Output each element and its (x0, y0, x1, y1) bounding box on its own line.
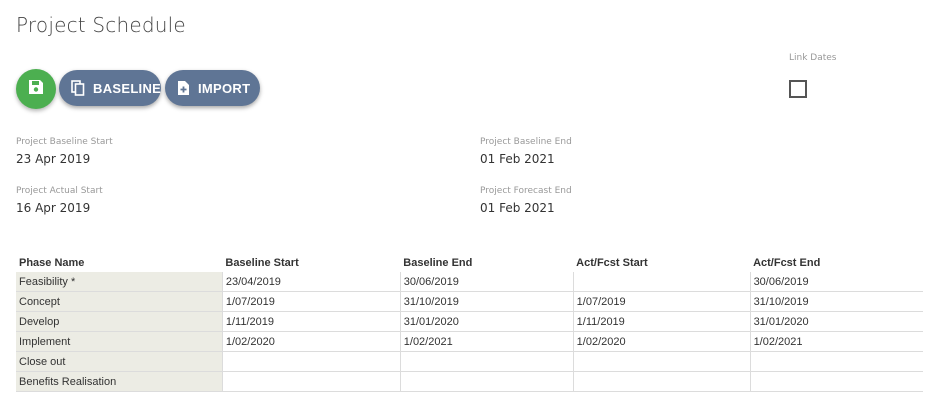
table-header-row: Phase Name Baseline Start Baseline End A… (16, 254, 923, 272)
header-phase-name: Phase Name (19, 257, 85, 269)
baseline-button[interactable]: BASELINE (59, 70, 161, 106)
act-fcst-end-cell[interactable] (750, 351, 923, 372)
header-baseline-start: Baseline Start (225, 257, 299, 269)
table-row: Feasibility * 23/04/2019 30/06/2019 30/0… (16, 272, 923, 292)
header-act-fcst-start: Act/Fcst Start (576, 257, 648, 269)
act-fcst-start-cell[interactable]: 1/07/2019 (573, 291, 751, 312)
forecast-end-label: Project Forecast End (480, 186, 572, 196)
baseline-end-cell[interactable] (400, 371, 574, 392)
link-dates-checkbox[interactable] (789, 80, 807, 98)
act-fcst-end-cell[interactable]: 1/02/2021 (750, 331, 923, 352)
actual-start-label: Project Actual Start (16, 186, 103, 196)
baseline-start-value: 23 Apr 2019 (16, 152, 91, 166)
table-row: Concept 1/07/2019 31/10/2019 1/07/2019 3… (16, 291, 923, 312)
table-row: Implement 1/02/2020 1/02/2021 1/02/2020 … (16, 331, 923, 352)
act-fcst-end-cell[interactable]: 31/10/2019 (750, 291, 923, 312)
act-fcst-start-cell[interactable] (573, 351, 751, 372)
baseline-end-cell[interactable] (400, 351, 574, 372)
baseline-end-cell[interactable]: 31/10/2019 (400, 291, 574, 312)
baseline-end-value: 01 Feb 2021 (480, 152, 555, 166)
table-row: Benefits Realisation (16, 371, 923, 392)
phase-name-cell: Feasibility * (16, 272, 223, 292)
save-icon (28, 79, 44, 99)
baseline-start-cell[interactable] (222, 351, 401, 372)
baseline-end-cell[interactable]: 31/01/2020 (400, 311, 574, 332)
act-fcst-end-cell[interactable] (750, 371, 923, 392)
page-title: Project Schedule (16, 13, 186, 37)
forecast-end-value: 01 Feb 2021 (480, 201, 555, 215)
baseline-start-label: Project Baseline Start (16, 137, 113, 147)
phase-name-cell: Concept (16, 291, 223, 312)
table-row: Close out (16, 351, 923, 372)
baseline-end-label: Project Baseline End (480, 137, 572, 147)
baseline-start-cell[interactable]: 1/07/2019 (222, 291, 401, 312)
baseline-start-cell[interactable] (222, 371, 401, 392)
import-label: IMPORT (198, 80, 251, 96)
act-fcst-start-cell[interactable] (573, 371, 751, 392)
file-plus-icon (177, 80, 190, 96)
actual-start-value: 16 Apr 2019 (16, 201, 91, 215)
header-act-fcst-end: Act/Fcst End (753, 257, 821, 269)
copy-icon (71, 80, 85, 96)
act-fcst-start-cell[interactable] (573, 272, 751, 292)
phase-name-cell: Develop (16, 311, 223, 332)
act-fcst-end-cell[interactable]: 31/01/2020 (750, 311, 923, 332)
baseline-start-cell[interactable]: 1/02/2020 (222, 331, 401, 352)
phase-table: Phase Name Baseline Start Baseline End A… (16, 254, 923, 392)
act-fcst-end-cell[interactable]: 30/06/2019 (750, 272, 923, 292)
baseline-start-cell[interactable]: 1/11/2019 (222, 311, 401, 332)
import-button[interactable]: IMPORT (165, 70, 260, 106)
baseline-end-cell[interactable]: 1/02/2021 (400, 331, 574, 352)
phase-name-cell: Benefits Realisation (16, 371, 223, 392)
baseline-label: BASELINE (93, 80, 162, 96)
table-row: Develop 1/11/2019 31/01/2020 1/11/2019 3… (16, 311, 923, 332)
act-fcst-start-cell[interactable]: 1/11/2019 (573, 311, 751, 332)
baseline-end-cell[interactable]: 30/06/2019 (400, 272, 574, 292)
baseline-start-cell[interactable]: 23/04/2019 (222, 272, 401, 292)
header-baseline-end: Baseline End (403, 257, 473, 269)
save-button[interactable] (16, 69, 56, 109)
link-dates-label: Link Dates (789, 53, 837, 63)
phase-name-cell: Close out (16, 351, 223, 372)
phase-name-cell: Implement (16, 331, 223, 352)
act-fcst-start-cell[interactable]: 1/02/2020 (573, 331, 751, 352)
